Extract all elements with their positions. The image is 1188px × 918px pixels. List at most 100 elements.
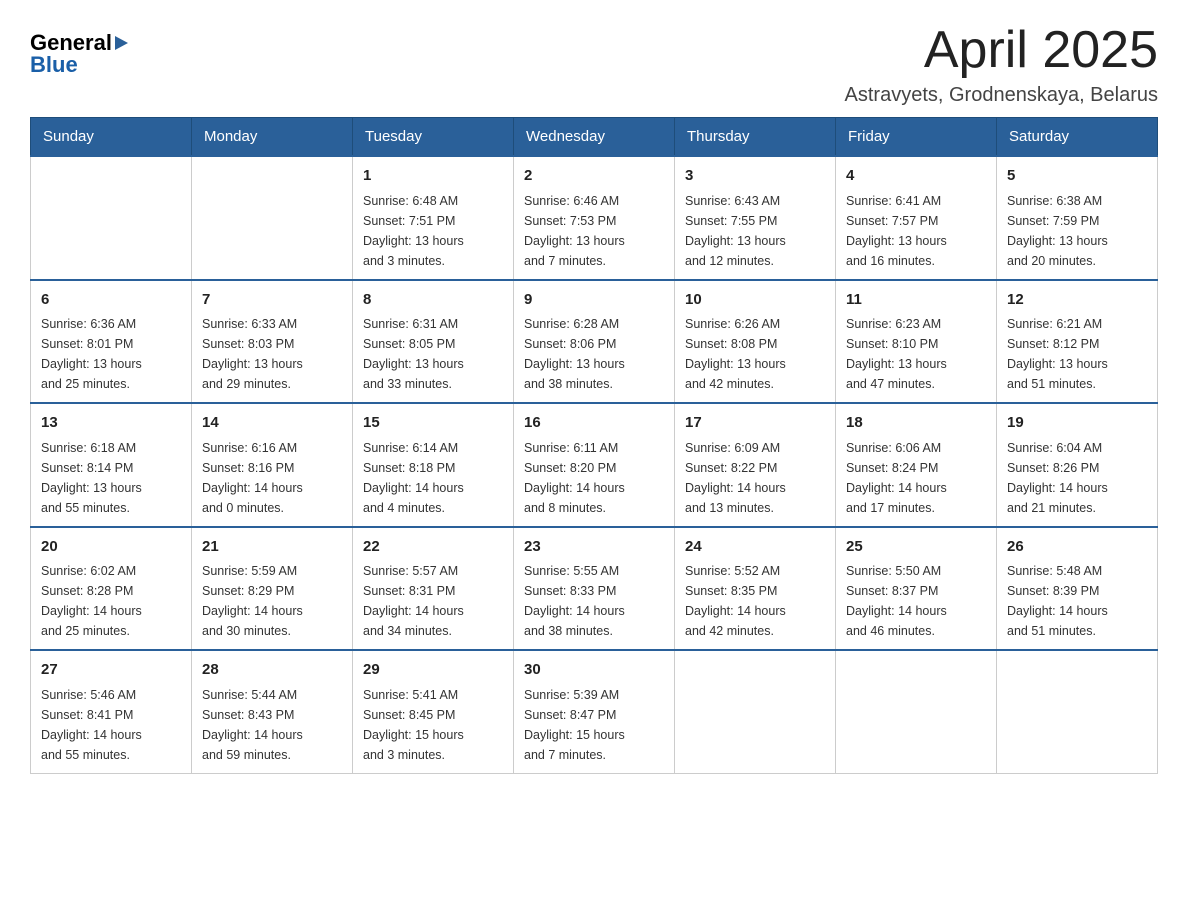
day-info: Sunrise: 6:16 AM Sunset: 8:16 PM Dayligh… <box>202 438 342 518</box>
day-info: Sunrise: 6:28 AM Sunset: 8:06 PM Dayligh… <box>524 314 664 394</box>
day-number: 2 <box>524 165 664 188</box>
day-number: 27 <box>41 659 181 682</box>
calendar-cell: 7Sunrise: 6:33 AM Sunset: 8:03 PM Daylig… <box>192 280 353 404</box>
day-number: 6 <box>41 289 181 312</box>
day-number: 7 <box>202 289 342 312</box>
calendar-cell: 21Sunrise: 5:59 AM Sunset: 8:29 PM Dayli… <box>192 527 353 651</box>
calendar-week-row: 27 Sunrise: 5:46 AM Sunset: 8:41 PM Dayli… <box>31 650 1158 773</box>
day-number: 29 <box>363 659 503 682</box>
day-info: Sunrise: 6:04 AM Sunset: 8:26 PM Dayligh… <box>1007 438 1147 518</box>
calendar-cell: 9Sunrise: 6:28 AM Sunset: 8:06 PM Daylig… <box>514 280 675 404</box>
day-number: 14 <box>202 412 342 435</box>
calendar-cell: 12Sunrise: 6:21 AM Sunset: 8:12 PM Dayli… <box>997 280 1158 404</box>
day-info: Sunrise: 6:38 AM Sunset: 7:59 PM Dayligh… <box>1007 191 1147 271</box>
day-number: 21 <box>202 536 342 559</box>
calendar-header-saturday: Saturday <box>997 118 1158 157</box>
calendar-header-monday: Monday <box>192 118 353 157</box>
calendar-header-row: SundayMondayTuesdayWednesdayThursdayFrid… <box>31 118 1158 157</box>
calendar-header-tuesday: Tuesday <box>353 118 514 157</box>
calendar-cell: 1Sunrise: 6:48 AM Sunset: 7:51 PM Daylig… <box>353 156 514 280</box>
day-info: Sunrise: 5:39 AM Sunset: 8:47 PM Dayligh… <box>524 685 664 765</box>
day-info: Sunrise: 5:46 AM Sunset: 8:41 PM Dayligh… <box>41 685 181 765</box>
calendar-cell: 11Sunrise: 6:23 AM Sunset: 8:10 PM Dayli… <box>836 280 997 404</box>
day-number: 22 <box>363 536 503 559</box>
calendar-cell: 17 Sunrise: 6:09 AM Sunset: 8:22 PM Dayli… <box>675 403 836 527</box>
day-info: Sunrise: 6:26 AM Sunset: 8:08 PM Dayligh… <box>685 314 825 394</box>
calendar-cell: 25Sunrise: 5:50 AM Sunset: 8:37 PM Dayli… <box>836 527 997 651</box>
day-info: Sunrise: 6:36 AM Sunset: 8:01 PM Dayligh… <box>41 314 181 394</box>
calendar-cell: 28Sunrise: 5:44 AM Sunset: 8:43 PM Dayli… <box>192 650 353 773</box>
calendar-cell: 18 Sunrise: 6:06 AM Sunset: 8:24 PM Dayli… <box>836 403 997 527</box>
calendar-cell <box>192 156 353 280</box>
day-number: 17 <box>685 412 825 435</box>
title-block: April 2025 Astravyets, Grodnenskaya, Bel… <box>845 20 1158 107</box>
calendar-cell: 13Sunrise: 6:18 AM Sunset: 8:14 PM Dayli… <box>31 403 192 527</box>
calendar-cell: 19 Sunrise: 6:04 AM Sunset: 8:26 PM Dayli… <box>997 403 1158 527</box>
calendar-cell: 10Sunrise: 6:26 AM Sunset: 8:08 PM Dayli… <box>675 280 836 404</box>
day-info: Sunrise: 6:18 AM Sunset: 8:14 PM Dayligh… <box>41 438 181 518</box>
calendar-cell: 4 Sunrise: 6:41 AM Sunset: 7:57 PM Daylig… <box>836 156 997 280</box>
day-number: 18 <box>846 412 986 435</box>
calendar-cell: 15 Sunrise: 6:14 AM Sunset: 8:18 PM Dayli… <box>353 403 514 527</box>
page-header: General Blue April 2025 Astravyets, Grod… <box>30 20 1158 107</box>
calendar-cell: 20Sunrise: 6:02 AM Sunset: 8:28 PM Dayli… <box>31 527 192 651</box>
day-number: 11 <box>846 289 986 312</box>
day-info: Sunrise: 6:06 AM Sunset: 8:24 PM Dayligh… <box>846 438 986 518</box>
day-info: Sunrise: 6:31 AM Sunset: 8:05 PM Dayligh… <box>363 314 503 394</box>
day-info: Sunrise: 6:23 AM Sunset: 8:10 PM Dayligh… <box>846 314 986 394</box>
calendar-header-friday: Friday <box>836 118 997 157</box>
calendar-cell: 14 Sunrise: 6:16 AM Sunset: 8:16 PM Dayli… <box>192 403 353 527</box>
calendar-cell: 24Sunrise: 5:52 AM Sunset: 8:35 PM Dayli… <box>675 527 836 651</box>
calendar-week-row: 6Sunrise: 6:36 AM Sunset: 8:01 PM Daylig… <box>31 280 1158 404</box>
day-info: Sunrise: 6:14 AM Sunset: 8:18 PM Dayligh… <box>363 438 503 518</box>
calendar-cell: 29Sunrise: 5:41 AM Sunset: 8:45 PM Dayli… <box>353 650 514 773</box>
day-info: Sunrise: 5:44 AM Sunset: 8:43 PM Dayligh… <box>202 685 342 765</box>
logo: General Blue <box>30 30 128 78</box>
calendar-cell: 6Sunrise: 6:36 AM Sunset: 8:01 PM Daylig… <box>31 280 192 404</box>
day-info: Sunrise: 6:46 AM Sunset: 7:53 PM Dayligh… <box>524 191 664 271</box>
day-number: 16 <box>524 412 664 435</box>
calendar-header-sunday: Sunday <box>31 118 192 157</box>
day-info: Sunrise: 5:59 AM Sunset: 8:29 PM Dayligh… <box>202 561 342 641</box>
calendar-cell: 26Sunrise: 5:48 AM Sunset: 8:39 PM Dayli… <box>997 527 1158 651</box>
day-number: 19 <box>1007 412 1147 435</box>
day-info: Sunrise: 6:11 AM Sunset: 8:20 PM Dayligh… <box>524 438 664 518</box>
page-title: April 2025 <box>845 20 1158 80</box>
day-number: 10 <box>685 289 825 312</box>
page-subtitle: Astravyets, Grodnenskaya, Belarus <box>845 84 1158 107</box>
calendar-header-thursday: Thursday <box>675 118 836 157</box>
day-number: 8 <box>363 289 503 312</box>
calendar-cell <box>31 156 192 280</box>
day-number: 5 <box>1007 165 1147 188</box>
day-info: Sunrise: 5:48 AM Sunset: 8:39 PM Dayligh… <box>1007 561 1147 641</box>
calendar-week-row: 1Sunrise: 6:48 AM Sunset: 7:51 PM Daylig… <box>31 156 1158 280</box>
calendar-cell: 3Sunrise: 6:43 AM Sunset: 7:55 PM Daylig… <box>675 156 836 280</box>
calendar-cell: 23Sunrise: 5:55 AM Sunset: 8:33 PM Dayli… <box>514 527 675 651</box>
day-number: 25 <box>846 536 986 559</box>
day-number: 3 <box>685 165 825 188</box>
day-number: 4 <box>846 165 986 188</box>
day-number: 30 <box>524 659 664 682</box>
day-number: 9 <box>524 289 664 312</box>
calendar-week-row: 13Sunrise: 6:18 AM Sunset: 8:14 PM Dayli… <box>31 403 1158 527</box>
day-info: Sunrise: 5:50 AM Sunset: 8:37 PM Dayligh… <box>846 561 986 641</box>
day-number: 23 <box>524 536 664 559</box>
day-info: Sunrise: 6:41 AM Sunset: 7:57 PM Dayligh… <box>846 191 986 271</box>
day-number: 15 <box>363 412 503 435</box>
calendar-cell <box>675 650 836 773</box>
calendar-cell: 8Sunrise: 6:31 AM Sunset: 8:05 PM Daylig… <box>353 280 514 404</box>
day-info: Sunrise: 6:48 AM Sunset: 7:51 PM Dayligh… <box>363 191 503 271</box>
day-info: Sunrise: 5:52 AM Sunset: 8:35 PM Dayligh… <box>685 561 825 641</box>
day-info: Sunrise: 5:55 AM Sunset: 8:33 PM Dayligh… <box>524 561 664 641</box>
calendar-cell: 27 Sunrise: 5:46 AM Sunset: 8:41 PM Dayli… <box>31 650 192 773</box>
day-info: Sunrise: 6:02 AM Sunset: 8:28 PM Dayligh… <box>41 561 181 641</box>
day-info: Sunrise: 6:09 AM Sunset: 8:22 PM Dayligh… <box>685 438 825 518</box>
day-info: Sunrise: 5:57 AM Sunset: 8:31 PM Dayligh… <box>363 561 503 641</box>
calendar-week-row: 20Sunrise: 6:02 AM Sunset: 8:28 PM Dayli… <box>31 527 1158 651</box>
logo-text-blue: Blue <box>30 52 78 78</box>
calendar-cell: 2 Sunrise: 6:46 AM Sunset: 7:53 PM Daylig… <box>514 156 675 280</box>
calendar-cell <box>997 650 1158 773</box>
calendar-cell: 22Sunrise: 5:57 AM Sunset: 8:31 PM Dayli… <box>353 527 514 651</box>
day-number: 12 <box>1007 289 1147 312</box>
calendar-table: SundayMondayTuesdayWednesdayThursdayFrid… <box>30 117 1158 774</box>
